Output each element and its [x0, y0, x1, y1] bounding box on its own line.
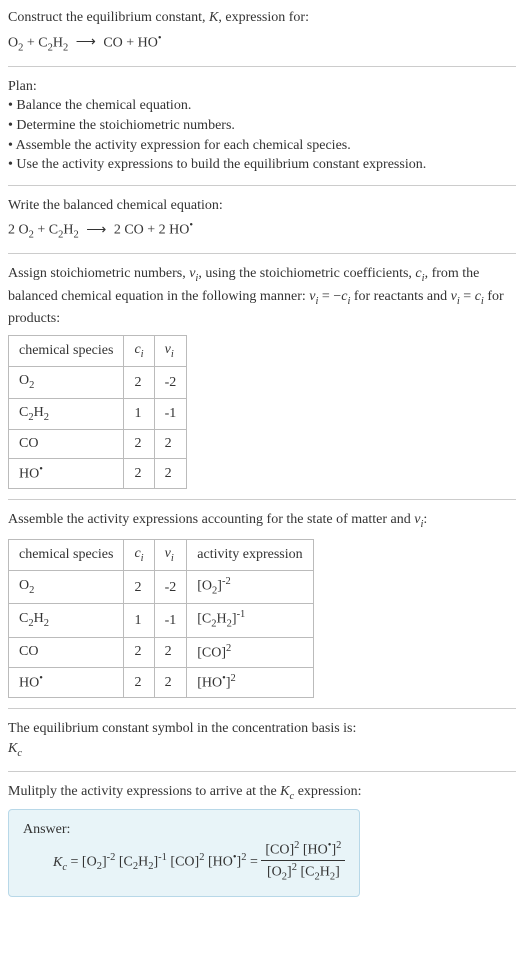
header-section: Construct the equilibrium constant, K, e… [8, 8, 516, 56]
answer-label: Answer: [23, 820, 345, 840]
table-cell: 1 [124, 398, 154, 429]
divider [8, 771, 516, 772]
table-cell: 2 [154, 430, 187, 459]
table-cell: CO [9, 430, 124, 459]
stoich-table: chemical species ci νi O2 2 -2 C2H2 1 -1… [8, 335, 187, 489]
table-cell: C2H2 [9, 604, 124, 637]
answer-equation: Kc = [O2]-2 [C2H2]-1 [CO]2 [HO•]2 = [CO]… [53, 839, 345, 885]
table-header-row: chemical species ci νi activity expressi… [9, 539, 314, 570]
table-row: O2 2 -2 [9, 367, 187, 398]
unbalanced-equation: O2 + C2H2 ⟶ CO + HO• [8, 32, 516, 56]
table-header: ci [124, 539, 154, 570]
stoich-intro: Assign stoichiometric numbers, νi, using… [8, 264, 516, 329]
activity-table: chemical species ci νi activity expressi… [8, 539, 314, 698]
table-cell: [C2H2]-1 [187, 604, 313, 637]
table-row: HO• 2 2 [9, 459, 187, 489]
table-cell: -2 [154, 367, 187, 398]
table-cell: [HO•]2 [187, 667, 313, 697]
title: Construct the equilibrium constant, K, e… [8, 8, 516, 28]
plan-item: • Determine the stoichiometric numbers. [8, 116, 516, 136]
table-cell: O2 [9, 367, 124, 398]
divider [8, 66, 516, 67]
table-cell: 2 [124, 459, 154, 489]
table-header: chemical species [9, 336, 124, 367]
table-cell: 1 [124, 604, 154, 637]
kc-symbol-section: The equilibrium constant symbol in the c… [8, 719, 516, 761]
table-cell: 2 [124, 367, 154, 398]
table-cell: HO• [9, 667, 124, 697]
table-cell: 2 [154, 667, 187, 697]
balanced-heading: Write the balanced chemical equation: [8, 196, 516, 216]
kc-symbol: Kc [8, 739, 516, 761]
multiply-intro: Mulitply the activity expressions to arr… [8, 782, 516, 804]
table-cell: [O2]-2 [187, 571, 313, 604]
table-cell: 2 [124, 667, 154, 697]
table-row: O2 2 -2 [O2]-2 [9, 571, 314, 604]
plan-item: • Assemble the activity expression for e… [8, 136, 516, 156]
table-cell: 2 [154, 637, 187, 667]
divider [8, 185, 516, 186]
table-cell: -1 [154, 604, 187, 637]
kc-intro: The equilibrium constant symbol in the c… [8, 719, 516, 739]
table-header: activity expression [187, 539, 313, 570]
balanced-section: Write the balanced chemical equation: 2 … [8, 196, 516, 244]
plan-section: Plan: • Balance the chemical equation. •… [8, 77, 516, 175]
balanced-equation: 2 O2 + C2H2 ⟶ 2 CO + 2 HO• [8, 219, 516, 243]
table-header: νi [154, 336, 187, 367]
plan-item: • Balance the chemical equation. [8, 96, 516, 116]
divider [8, 499, 516, 500]
table-row: CO 2 2 [CO]2 [9, 637, 314, 667]
table-cell: HO• [9, 459, 124, 489]
table-header: chemical species [9, 539, 124, 570]
divider [8, 253, 516, 254]
table-cell: [CO]2 [187, 637, 313, 667]
table-cell: -1 [154, 398, 187, 429]
stoich-section: Assign stoichiometric numbers, νi, using… [8, 264, 516, 489]
table-cell: 2 [154, 459, 187, 489]
table-row: CO 2 2 [9, 430, 187, 459]
divider [8, 708, 516, 709]
table-header-row: chemical species ci νi [9, 336, 187, 367]
table-cell: -2 [154, 571, 187, 604]
table-cell: 2 [124, 430, 154, 459]
table-cell: O2 [9, 571, 124, 604]
answer-box: Answer: Kc = [O2]-2 [C2H2]-1 [CO]2 [HO•]… [8, 809, 360, 897]
plan-heading: Plan: [8, 77, 516, 97]
activity-section: Assemble the activity expressions accoun… [8, 510, 516, 698]
table-cell: C2H2 [9, 398, 124, 429]
table-cell: CO [9, 637, 124, 667]
table-cell: 2 [124, 637, 154, 667]
table-cell: 2 [124, 571, 154, 604]
table-row: HO• 2 2 [HO•]2 [9, 667, 314, 697]
multiply-section: Mulitply the activity expressions to arr… [8, 782, 516, 896]
table-header: νi [154, 539, 187, 570]
table-header: ci [124, 336, 154, 367]
table-row: C2H2 1 -1 [9, 398, 187, 429]
activity-intro: Assemble the activity expressions accoun… [8, 510, 516, 532]
plan-item: • Use the activity expressions to build … [8, 155, 516, 175]
table-row: C2H2 1 -1 [C2H2]-1 [9, 604, 314, 637]
